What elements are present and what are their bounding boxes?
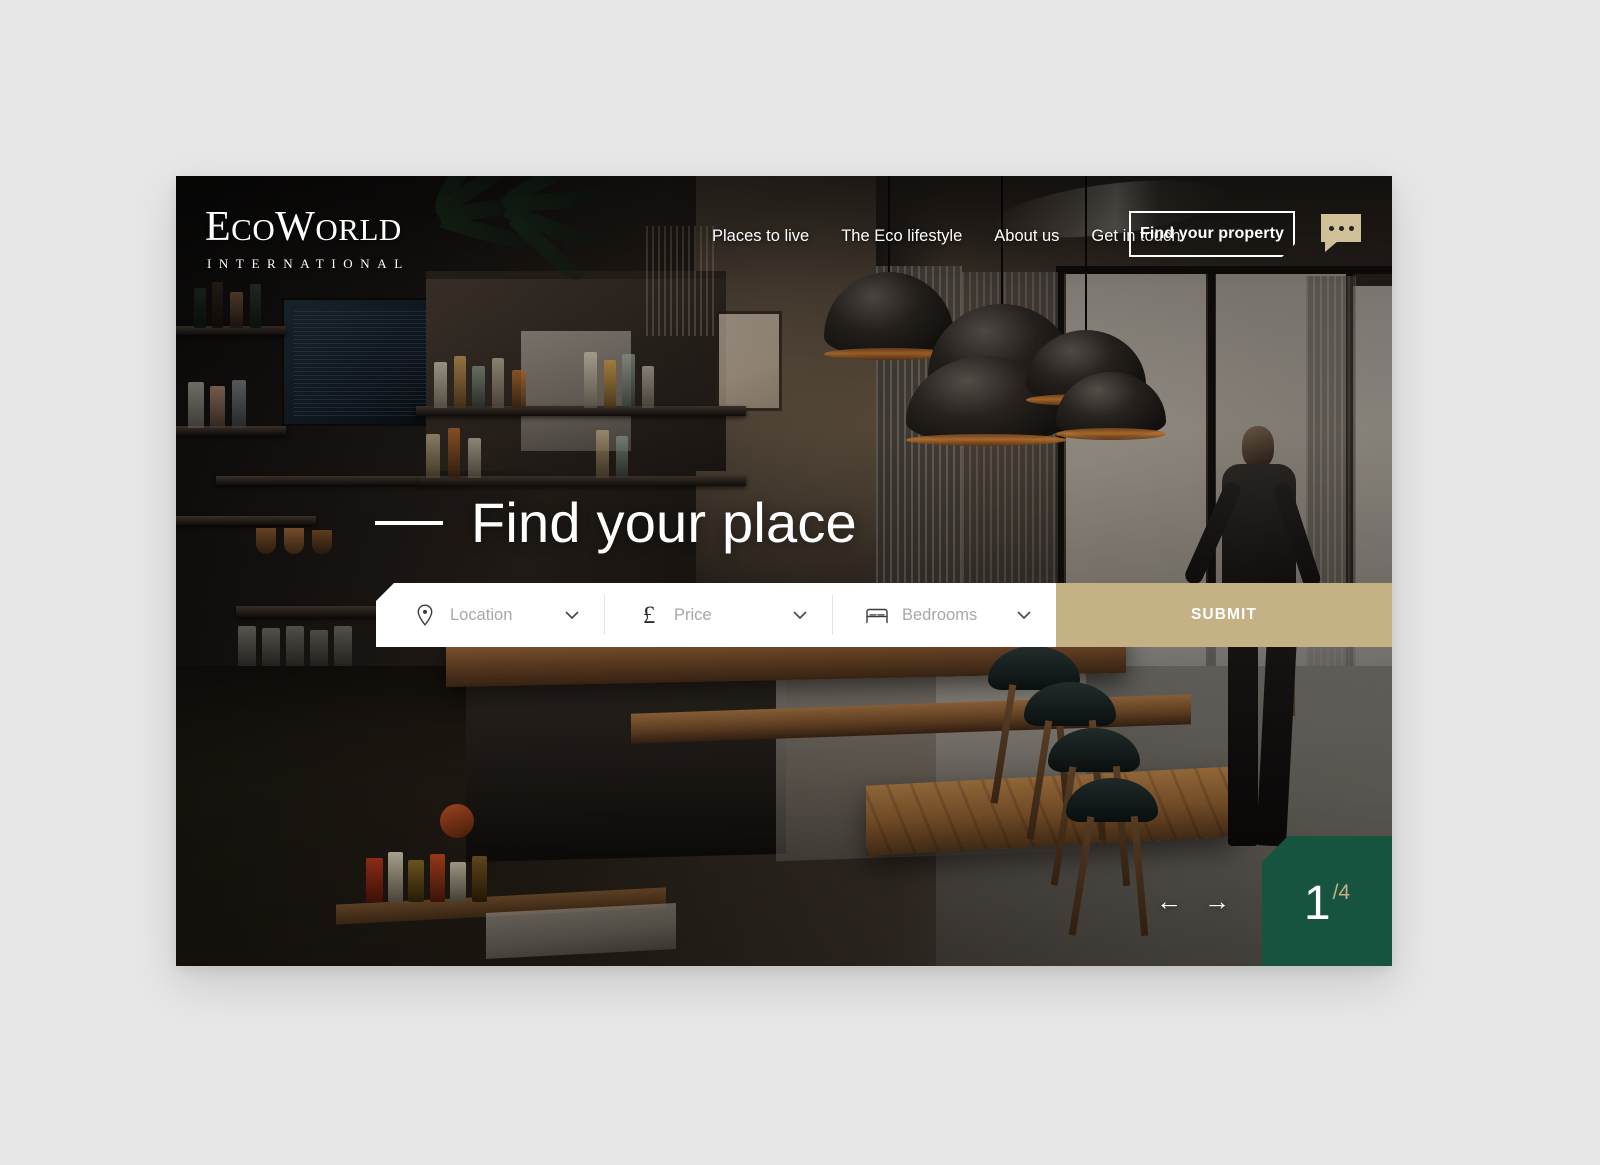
chevron-down-icon [1016, 607, 1032, 623]
chat-bubble-tail [1325, 241, 1338, 252]
logo-wordmark: ECOWORLD [205, 206, 410, 251]
main-navigation: Places to live The Eco lifestyle About u… [696, 220, 1196, 252]
property-search-bar: Location £ Price Bedrooms SUBMIT [376, 583, 1392, 647]
chat-bubble-dots [1321, 214, 1361, 242]
submit-button[interactable]: SUBMIT [1056, 583, 1392, 647]
nav-places-to-live[interactable]: Places to live [696, 220, 825, 252]
pound-sterling-icon: £ [636, 602, 662, 628]
slider-controls: ← → [1156, 888, 1230, 914]
bedrooms-select[interactable]: Bedrooms [832, 583, 1056, 647]
logo[interactable]: ECOWORLD INTERNATIONAL [205, 206, 410, 272]
slide-counter-badge: 1 /4 [1262, 836, 1392, 966]
logo-letter-e: E [205, 204, 232, 250]
location-select[interactable]: Location [376, 583, 604, 647]
location-pin-icon [412, 602, 438, 628]
chat-bubble-icon[interactable] [1321, 214, 1361, 252]
page-title: Find your place [471, 491, 857, 554]
logo-letter-w: W [275, 204, 316, 250]
logo-letters-co: CO [231, 212, 276, 247]
slider-prev-arrow[interactable]: ← [1156, 888, 1182, 914]
slider-next-arrow[interactable]: → [1204, 888, 1230, 914]
slide-total-number: /4 [1332, 881, 1351, 904]
pound-symbol: £ [642, 601, 656, 629]
find-your-property-button[interactable]: Find your property [1129, 211, 1295, 257]
hero-background-photo [176, 176, 1392, 966]
hero-card: ECOWORLD INTERNATIONAL Places to live Th… [176, 176, 1392, 966]
price-placeholder: Price [674, 605, 712, 624]
hero-headline-group: Find your place [375, 492, 857, 554]
logo-subtitle: INTERNATIONAL [207, 256, 410, 271]
chevron-down-icon [792, 607, 808, 623]
logo-letters-orld: ORLD [315, 212, 402, 247]
nav-the-eco-lifestyle[interactable]: The Eco lifestyle [825, 220, 978, 252]
nav-about-us[interactable]: About us [978, 220, 1075, 252]
chevron-down-icon [564, 607, 580, 623]
slide-current-number: 1 [1303, 877, 1331, 930]
location-placeholder: Location [450, 605, 513, 624]
price-select[interactable]: £ Price [604, 583, 832, 647]
bed-icon [864, 602, 890, 628]
bedrooms-placeholder: Bedrooms [902, 605, 978, 624]
headline-rule [375, 521, 443, 525]
site-header: ECOWORLD INTERNATIONAL Places to live Th… [176, 176, 1392, 286]
